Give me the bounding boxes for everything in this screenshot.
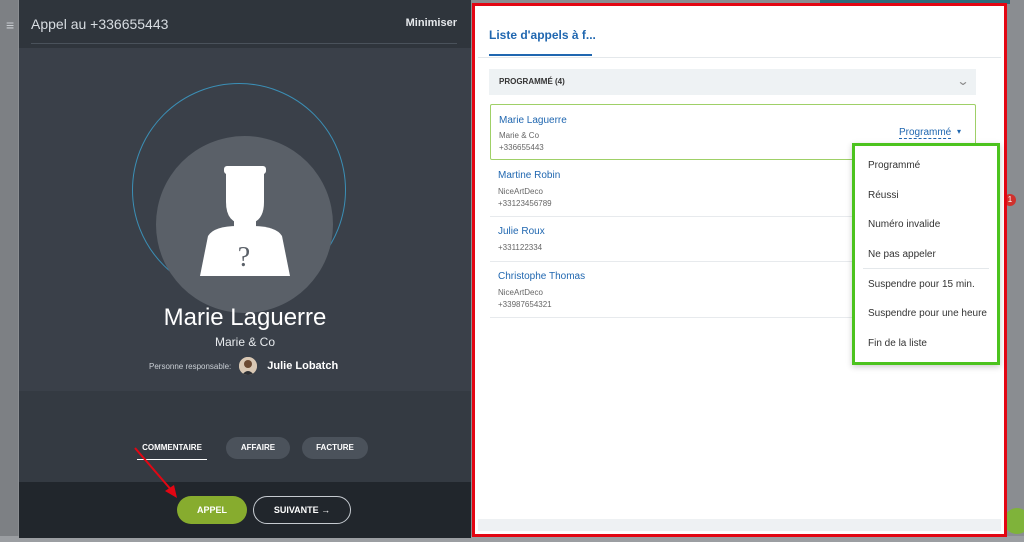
- menu-item-programme[interactable]: Programmé: [868, 160, 920, 171]
- item-phone: +336655443: [499, 143, 544, 152]
- tabs-divider: [478, 57, 1001, 58]
- status-select[interactable]: Programmé: [899, 127, 952, 139]
- caret-down-icon[interactable]: ▾: [957, 127, 961, 136]
- item-name[interactable]: Martine Robin: [498, 170, 560, 181]
- item-name[interactable]: Julie Roux: [498, 226, 545, 237]
- active-tab-indicator: [489, 54, 592, 56]
- responsible-avatar[interactable]: [239, 357, 258, 375]
- background-sidebar: [0, 0, 18, 542]
- call-title: Appel au +336655443: [31, 16, 169, 32]
- call-panel: Appel au +336655443 Minimiser ? Marie La…: [19, 0, 471, 538]
- contact-name: Marie Laguerre: [163, 304, 327, 331]
- responsible-name[interactable]: Julie Lobatch: [267, 360, 338, 372]
- next-button[interactable]: SUIVANTE →: [253, 496, 351, 524]
- list-footer: [478, 519, 1001, 531]
- red-arrow-annotation: [134, 447, 177, 498]
- item-company: NiceArtDeco: [498, 187, 543, 196]
- svg-text:?: ?: [238, 242, 250, 273]
- item-phone: +331122334: [498, 243, 543, 252]
- header-divider: [31, 43, 457, 44]
- item-name[interactable]: Christophe Thomas: [498, 271, 585, 282]
- tab-call-list[interactable]: Liste d'appels à f...: [489, 28, 596, 42]
- chevron-down-icon[interactable]: ⌄: [956, 74, 969, 88]
- status-dropdown: Programmé Réussi Numéro invalide Ne pas …: [852, 143, 1000, 365]
- responsible-label: Personne responsable:: [149, 361, 232, 371]
- user-avatar-icon: [239, 357, 258, 375]
- responsible-person: Personne responsable: Julie Lobatch: [149, 356, 338, 376]
- menu-item-fin-liste[interactable]: Fin de la liste: [868, 338, 927, 349]
- item-name[interactable]: Marie Laguerre: [499, 115, 567, 126]
- item-phone: +33987654321: [498, 300, 552, 309]
- group-label: PROGRAMMÉ (4): [499, 77, 565, 86]
- menu-item-ne-pas-appeler[interactable]: Ne pas appeler: [868, 249, 936, 260]
- menu-item-suspendre-heure[interactable]: Suspendre pour une heure: [868, 308, 987, 319]
- contact-company: Marie & Co: [214, 335, 276, 349]
- hamburger-icon[interactable]: ≡: [6, 18, 14, 32]
- unknown-person-icon: ?: [200, 166, 290, 276]
- background-action-button: [1004, 508, 1024, 534]
- menu-divider: [863, 268, 989, 269]
- minimize-button[interactable]: Minimiser: [406, 17, 457, 29]
- menu-item-numero-invalide[interactable]: Numéro invalide: [868, 219, 940, 230]
- contact-avatar: ?: [156, 136, 333, 313]
- tab-facture[interactable]: FACTURE: [302, 437, 368, 459]
- tab-affaire[interactable]: AFFAIRE: [226, 437, 290, 459]
- item-company: NiceArtDeco: [498, 288, 543, 297]
- group-header[interactable]: PROGRAMMÉ (4) ⌄: [489, 69, 976, 95]
- menu-item-reussi[interactable]: Réussi: [868, 190, 899, 201]
- item-phone: +33123456789: [498, 199, 552, 208]
- menu-item-suspendre-15[interactable]: Suspendre pour 15 min.: [868, 279, 975, 290]
- call-header: Appel au +336655443 Minimiser: [19, 0, 471, 48]
- item-company: Marie & Co: [499, 131, 540, 140]
